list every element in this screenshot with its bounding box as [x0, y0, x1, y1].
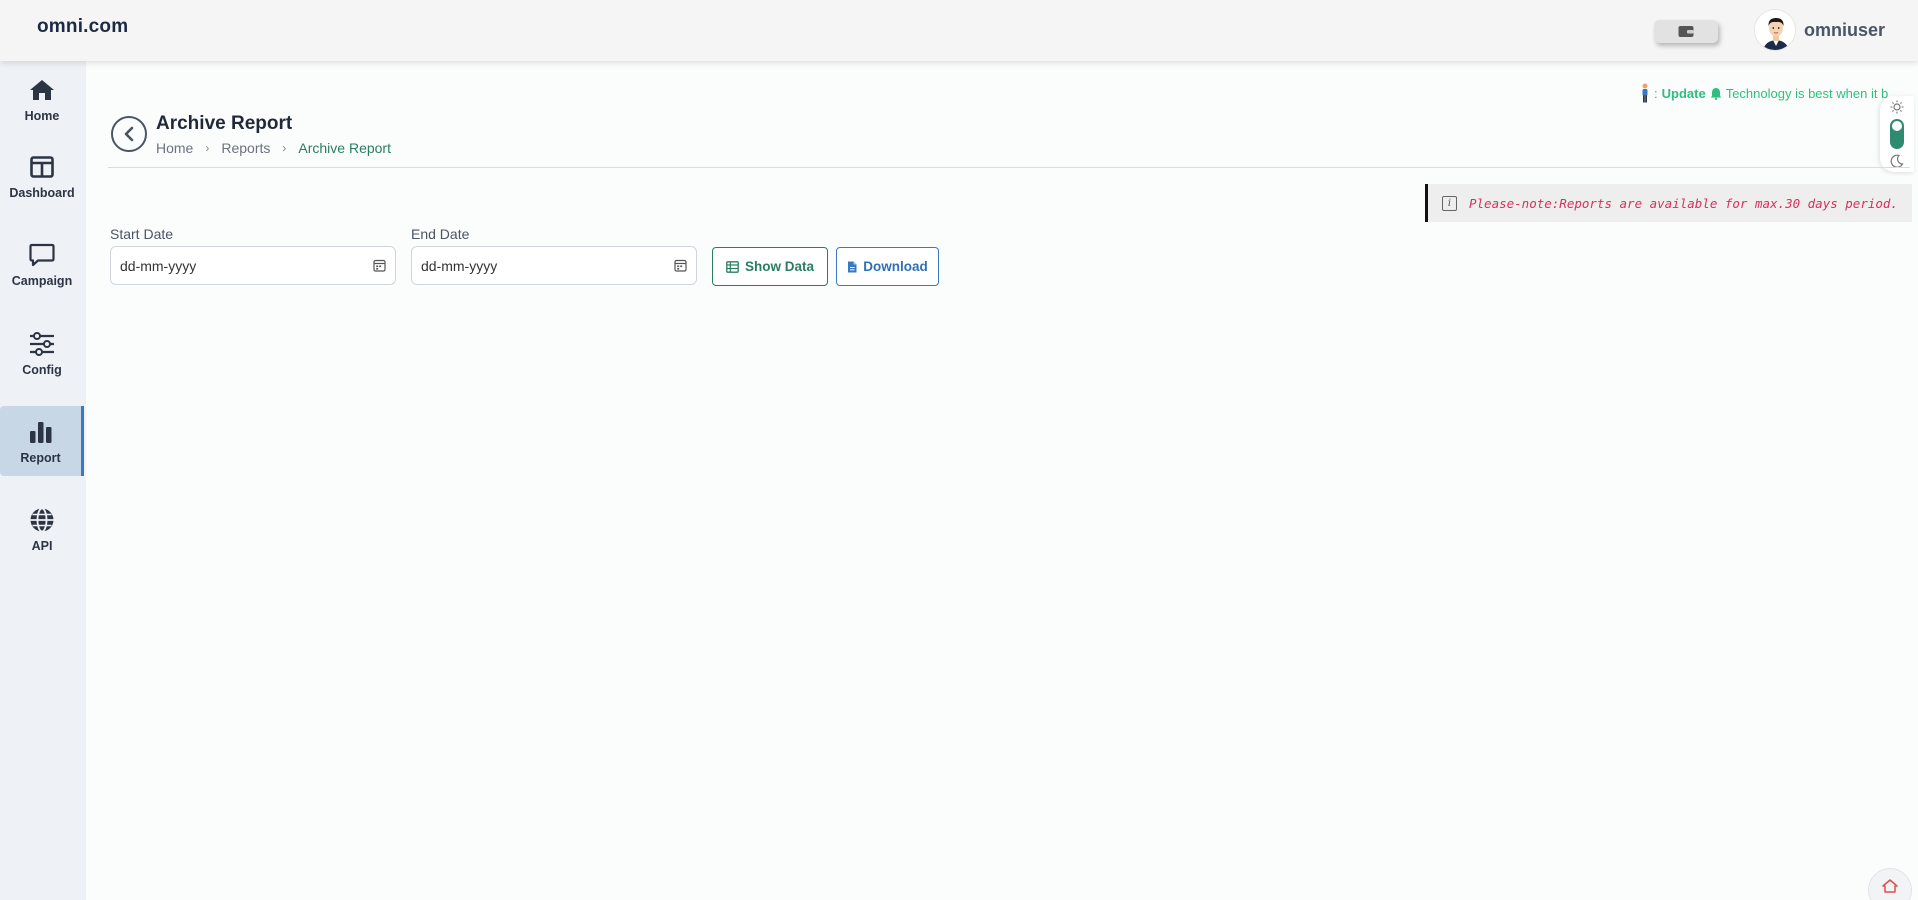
sidebar-item-label: Dashboard — [9, 185, 75, 200]
sidebar-item-report[interactable]: Report — [0, 406, 84, 476]
back-button[interactable] — [111, 116, 147, 152]
brand-logo[interactable]: omni.com — [37, 16, 128, 38]
ticker-update-label: Update — [1661, 85, 1706, 101]
sidebar-item-api[interactable]: API — [0, 494, 84, 564]
sidebar-item-config[interactable]: Config — [0, 318, 84, 388]
chat-icon — [28, 241, 56, 269]
bar-chart-icon — [27, 418, 55, 446]
moon-icon — [1890, 154, 1904, 168]
end-date-input[interactable] — [421, 257, 621, 274]
theme-toggle[interactable] — [1880, 96, 1914, 172]
download-label: Download — [863, 259, 928, 274]
home-outline-icon — [1882, 879, 1898, 893]
news-ticker: : Update Technology is best when it b — [1640, 82, 1896, 104]
sidebar: Home Dashboard Campaign Config Report AP… — [0, 61, 86, 900]
theme-switch-knob — [1892, 121, 1902, 131]
top-header: omni.com omniuser — [0, 0, 1918, 61]
sliders-icon — [28, 330, 56, 358]
sidebar-item-label: Home — [24, 108, 60, 123]
sidebar-item-label: Report — [20, 450, 61, 465]
info-note: i Please-note:Reports are available for … — [1425, 184, 1912, 222]
theme-switch[interactable] — [1890, 119, 1904, 149]
header-divider — [108, 167, 1910, 168]
calendar-icon[interactable] — [674, 259, 687, 272]
sidebar-item-label: Campaign — [11, 273, 73, 288]
ticker-prefix: : — [1654, 85, 1658, 101]
breadcrumb: Home › Reports › Archive Report — [156, 140, 391, 156]
username-label[interactable]: omniuser — [1804, 20, 1885, 41]
floating-home-button[interactable] — [1868, 868, 1912, 900]
person-icon — [1642, 83, 1648, 103]
globe-icon — [28, 506, 56, 534]
show-data-label: Show Data — [744, 259, 814, 274]
end-date-label: End Date — [411, 226, 470, 242]
wallet-icon — [1678, 26, 1694, 37]
breadcrumb-home[interactable]: Home — [156, 140, 193, 156]
breadcrumb-current: Archive Report — [298, 140, 391, 156]
start-date-field[interactable] — [110, 246, 396, 285]
table-icon — [726, 260, 739, 273]
sidebar-item-label: API — [31, 538, 53, 553]
show-data-button[interactable]: Show Data — [712, 247, 828, 286]
sidebar-item-campaign[interactable]: Campaign — [0, 229, 84, 299]
sidebar-item-label: Config — [22, 362, 62, 377]
breadcrumb-separator-icon: › — [282, 141, 287, 155]
breadcrumb-reports[interactable]: Reports — [221, 140, 270, 156]
info-icon: i — [1442, 195, 1457, 211]
bell-icon — [1710, 87, 1722, 100]
start-date-input[interactable] — [120, 257, 320, 274]
breadcrumb-separator-icon: › — [205, 141, 210, 155]
chevron-left-icon — [124, 126, 134, 142]
sidebar-item-home[interactable]: Home — [0, 64, 84, 134]
start-date-label: Start Date — [110, 226, 174, 242]
file-icon — [848, 261, 857, 272]
note-text: Please-note:Reports are available for ma… — [1469, 195, 1898, 211]
home-icon — [28, 76, 56, 104]
end-date-field[interactable] — [411, 246, 697, 285]
user-avatar[interactable] — [1754, 9, 1796, 51]
dashboard-icon — [28, 153, 56, 181]
page-title: Archive Report — [156, 113, 293, 134]
sidebar-item-dashboard[interactable]: Dashboard — [0, 141, 84, 211]
calendar-icon[interactable] — [373, 259, 386, 272]
download-button[interactable]: Download — [836, 247, 939, 286]
sun-icon — [1890, 100, 1904, 114]
wallet-button[interactable] — [1654, 20, 1718, 43]
ticker-message: Technology is best when it b — [1725, 85, 1889, 101]
